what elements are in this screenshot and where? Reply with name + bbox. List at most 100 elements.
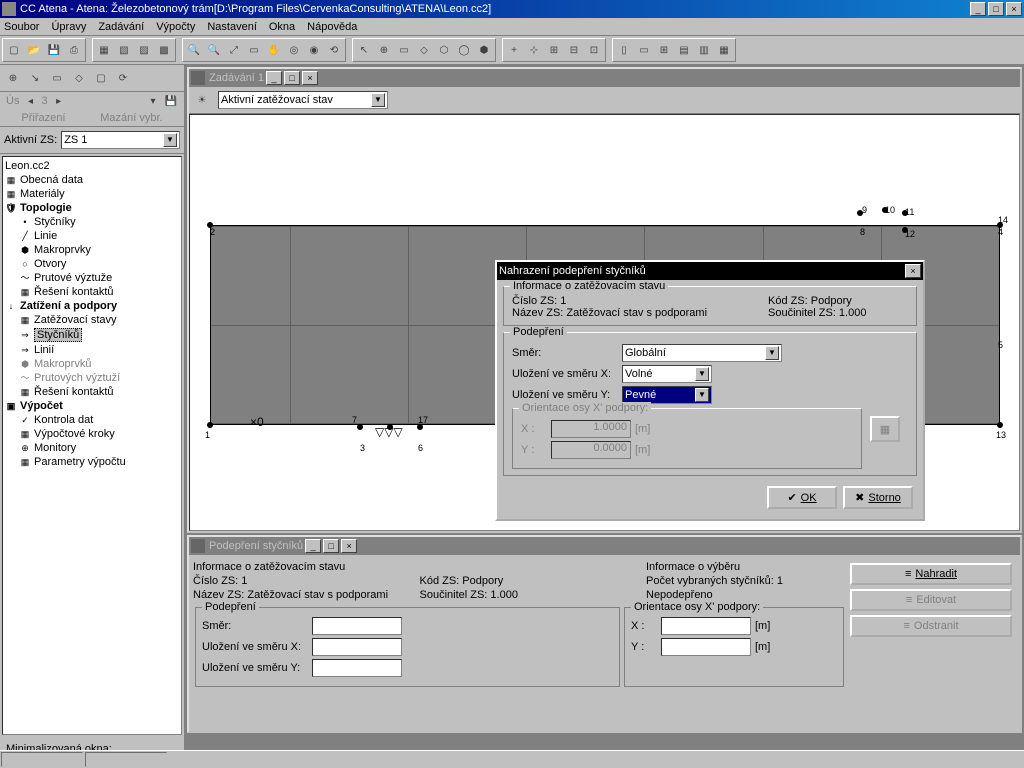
snap-b[interactable]: ⊹: [524, 40, 544, 60]
open-icon[interactable]: 📂: [24, 40, 44, 60]
zad-min[interactable]: _: [266, 71, 282, 85]
prirazeni-label[interactable]: Přiřazení: [21, 112, 65, 124]
pp-max[interactable]: □: [323, 539, 339, 553]
pp-y-input[interactable]: [661, 638, 751, 656]
ok-button[interactable]: ✔ OK: [767, 486, 837, 509]
us-next[interactable]: ▸: [52, 94, 66, 108]
lp-d[interactable]: ◇: [70, 69, 88, 87]
save-icon[interactable]: 💾: [44, 40, 64, 60]
snap-a[interactable]: +: [504, 40, 524, 60]
tree-vypocet[interactable]: ▣Výpočet: [5, 399, 179, 413]
zadavani-titlebar[interactable]: Zadávání 1 _ □ ×: [189, 69, 1020, 87]
lp-f[interactable]: ⟳: [114, 69, 132, 87]
tb-b[interactable]: ▧: [114, 40, 134, 60]
arrow-icon[interactable]: ↖: [354, 40, 374, 60]
us-prev[interactable]: ◂: [23, 94, 37, 108]
menu-upravy[interactable]: Úpravy: [51, 21, 86, 33]
maximize-button[interactable]: □: [988, 2, 1004, 16]
pp-min[interactable]: _: [305, 539, 321, 553]
sel-c[interactable]: ◇: [414, 40, 434, 60]
win-b[interactable]: ▭: [634, 40, 654, 60]
win-d[interactable]: ▤: [674, 40, 694, 60]
pp-x-input[interactable]: [661, 617, 751, 635]
win-a[interactable]: ▯: [614, 40, 634, 60]
pp-close[interactable]: ×: [341, 539, 357, 553]
project-tree[interactable]: Leon.cc2 ▦Obecná data ▦Materiály 🛡Topolo…: [2, 156, 182, 735]
win-e[interactable]: ▥: [694, 40, 714, 60]
tree-otvory[interactable]: ○Otvory: [5, 257, 179, 271]
zoom-e[interactable]: ◎: [284, 40, 304, 60]
tree-linie[interactable]: ╱Linie: [5, 229, 179, 243]
zad-tb-icon[interactable]: ☀: [192, 90, 212, 110]
minimize-button[interactable]: _: [970, 2, 986, 16]
zoom-g[interactable]: ⟲: [324, 40, 344, 60]
tree-parametry[interactable]: ▦Parametry výpočtu: [5, 455, 179, 469]
pp-smer-input[interactable]: [312, 617, 402, 635]
snap-c[interactable]: ⊞: [544, 40, 564, 60]
win-c[interactable]: ⊞: [654, 40, 674, 60]
zad-combo[interactable]: Aktivní zatěžovací stav ▼: [218, 91, 388, 109]
menu-soubor[interactable]: Soubor: [4, 21, 39, 33]
lp-b[interactable]: ↘: [26, 69, 44, 87]
lp-add-icon[interactable]: ⊕: [4, 69, 22, 87]
pp-ulozy-input[interactable]: [312, 659, 402, 677]
lp-c[interactable]: ▭: [48, 69, 66, 87]
sel-f[interactable]: ⬢: [474, 40, 494, 60]
dropdown-icon[interactable]: ▼: [371, 93, 385, 107]
menu-nastaveni[interactable]: Nastavení: [207, 21, 257, 33]
zad-max[interactable]: □: [284, 71, 300, 85]
snap-d[interactable]: ⊟: [564, 40, 584, 60]
menu-okna[interactable]: Okna: [269, 21, 295, 33]
tree-kontrola[interactable]: ✓Kontrola dat: [5, 413, 179, 427]
podepreni-titlebar[interactable]: Podepření styčníků _ □ ×: [189, 537, 1020, 555]
mazani-label[interactable]: Mazání vybr.: [100, 112, 162, 124]
zoom-in-icon[interactable]: 🔍: [184, 40, 204, 60]
tree-makroprvku[interactable]: ⬢Makroprvků: [5, 357, 179, 371]
nahradit-button[interactable]: ≡ Nahradit: [850, 563, 1012, 585]
dialog-close[interactable]: ×: [905, 264, 921, 278]
tree-monitory[interactable]: ⊕Monitory: [5, 441, 179, 455]
tree-obecna[interactable]: ▦Obecná data: [5, 173, 179, 187]
tb-c[interactable]: ▨: [134, 40, 154, 60]
tree-reseni-k2[interactable]: ▦Řešení kontaktů: [5, 385, 179, 399]
lp-e[interactable]: ▢: [92, 69, 110, 87]
sel-e[interactable]: ◯: [454, 40, 474, 60]
tree-makroprvky[interactable]: ⬢Makroprvky: [5, 243, 179, 257]
menu-napoveda[interactable]: Nápověda: [307, 21, 357, 33]
menu-zadavani[interactable]: Zadávání: [98, 21, 144, 33]
dropdown-icon[interactable]: ▼: [163, 133, 177, 147]
tree-stycniky[interactable]: •Styčníky: [5, 215, 179, 229]
tb-a[interactable]: ▦: [94, 40, 114, 60]
sel-a[interactable]: ⊕: [374, 40, 394, 60]
tree-kroky[interactable]: ▦Výpočtové kroky: [5, 427, 179, 441]
active-zs-combo[interactable]: ZS 1 ▼: [61, 131, 180, 149]
win-f[interactable]: ▦: [714, 40, 734, 60]
tree-reseni-kontaktu[interactable]: ▦Řešení kontaktů: [5, 285, 179, 299]
tree-linii[interactable]: ⇒Linií: [5, 343, 179, 357]
tree-topologie[interactable]: 🛡Topologie: [5, 201, 179, 215]
zoom-fit-icon[interactable]: ⤢: [224, 40, 244, 60]
us-y[interactable]: 💾: [164, 94, 178, 108]
zoom-f[interactable]: ◉: [304, 40, 324, 60]
tree-stycniku-selected[interactable]: ⇒Styčníků: [5, 327, 179, 343]
tb-d[interactable]: ▩: [154, 40, 174, 60]
sel-d[interactable]: ⬡: [434, 40, 454, 60]
tree-materialy[interactable]: ▦Materiály: [5, 187, 179, 201]
new-icon[interactable]: ▢: [4, 40, 24, 60]
tree-prut-vyzt[interactable]: 〜Prutových výztuží: [5, 371, 179, 385]
tree-prutove[interactable]: 〜Prutové výztuže: [5, 271, 179, 285]
sel-b[interactable]: ▭: [394, 40, 414, 60]
tree-zat-stavy[interactable]: ▦Zatěžovací stavy: [5, 313, 179, 327]
zoom-win-icon[interactable]: ▭: [244, 40, 264, 60]
snap-e[interactable]: ⊡: [584, 40, 604, 60]
pan-icon[interactable]: ✋: [264, 40, 284, 60]
zoom-out-icon[interactable]: 🔍: [204, 40, 224, 60]
menu-vypocty[interactable]: Výpočty: [156, 21, 195, 33]
pp-ulozx-input[interactable]: [312, 638, 402, 656]
close-button[interactable]: ×: [1006, 2, 1022, 16]
zad-close[interactable]: ×: [302, 71, 318, 85]
tree-zatizeni[interactable]: ↓Zatížení a podpory: [5, 299, 179, 313]
us-x[interactable]: ▾: [146, 94, 160, 108]
storno-button[interactable]: ✖ Storno: [843, 486, 913, 509]
tree-root[interactable]: Leon.cc2: [5, 159, 179, 173]
